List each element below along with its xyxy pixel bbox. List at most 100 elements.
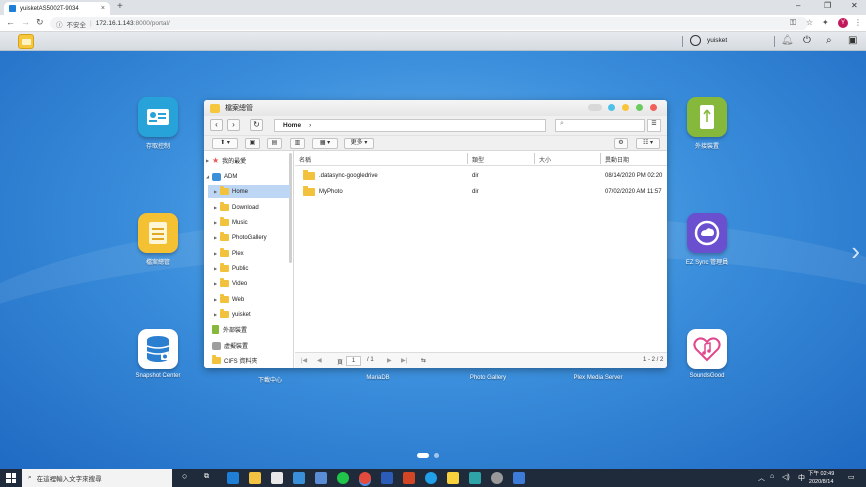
app-file-explorer[interactable]: 檔案總管 bbox=[118, 213, 198, 266]
app-snapshot-center[interactable]: Snapshot Center bbox=[118, 329, 198, 379]
back-button[interactable]: ‹ bbox=[210, 119, 223, 131]
column-divider[interactable] bbox=[467, 153, 468, 164]
page-dot[interactable] bbox=[434, 453, 439, 458]
page-number-input[interactable]: 1 bbox=[346, 356, 361, 366]
action-center-icon[interactable]: ▭ bbox=[848, 473, 855, 481]
window-maximize-button[interactable] bbox=[636, 104, 643, 111]
windows-start-icon[interactable] bbox=[6, 473, 16, 483]
line-icon[interactable] bbox=[337, 472, 349, 484]
path-segment-home[interactable]: Home bbox=[283, 122, 301, 129]
app-download-center[interactable]: 下載中心 bbox=[230, 375, 310, 384]
new-tab-button[interactable]: + bbox=[117, 1, 123, 12]
new-folder-button[interactable]: ▣ bbox=[245, 138, 260, 149]
tree-node-virtual-devices[interactable]: 虛擬裝置 bbox=[212, 339, 248, 352]
bookmark-star-icon[interactable]: ☆ bbox=[806, 18, 813, 27]
file-explorer-taskbar-icon[interactable] bbox=[249, 472, 261, 484]
path-bar[interactable]: Home › bbox=[274, 119, 546, 132]
user-menu[interactable]: yuisket bbox=[690, 35, 727, 46]
upload-button[interactable]: ⬆ ▾ bbox=[212, 138, 238, 149]
refresh-list-icon[interactable]: ⇆ bbox=[421, 357, 426, 364]
column-size-header[interactable]: 大小 bbox=[539, 155, 551, 164]
minimize-button[interactable]: – bbox=[796, 1, 800, 10]
refresh-button[interactable]: ↻ bbox=[250, 119, 263, 131]
network-icon[interactable]: ⌂ bbox=[770, 473, 774, 480]
word-icon[interactable] bbox=[381, 472, 393, 484]
store-icon[interactable] bbox=[271, 472, 283, 484]
tree-node-yuisket[interactable]: ▶ yuisket bbox=[214, 308, 251, 321]
settings-gear-icon[interactable]: ⚙ bbox=[614, 138, 628, 149]
tree-node-plex[interactable]: ▶ Plex bbox=[214, 247, 244, 260]
info-icon[interactable]: ⓘ bbox=[56, 19, 63, 29]
file-row[interactable]: MyPhoto dir 07/02/2020 AM 11:57 bbox=[295, 185, 667, 201]
close-window-button[interactable]: ✕ bbox=[851, 1, 858, 10]
app-access-control[interactable]: 存取控制 bbox=[118, 97, 198, 150]
tree-node-photogallery[interactable]: ▶ PhotoGallery bbox=[214, 231, 267, 244]
app-ez-sync-manager[interactable]: EZ Sync 管理員 bbox=[667, 213, 747, 266]
taskbar-clock[interactable]: 下午 02:49 2020/8/14 bbox=[808, 470, 834, 486]
volume-icon[interactable]: ◁) bbox=[782, 473, 790, 481]
task-view-icon[interactable]: ⧉ bbox=[204, 473, 209, 481]
copy-move-button[interactable]: ▤ bbox=[267, 138, 282, 149]
next-page-arrow-icon[interactable]: › bbox=[851, 236, 860, 267]
window-pin-button[interactable] bbox=[588, 104, 602, 111]
profile-avatar[interactable]: Y bbox=[838, 18, 848, 28]
tree-node-cifs[interactable]: CIFS 資料夾 bbox=[212, 354, 257, 367]
tray-chevron-icon[interactable]: ︿ bbox=[758, 473, 765, 483]
column-modified-header[interactable]: 異動日期 bbox=[605, 155, 629, 164]
tree-node-video[interactable]: ▶ Video bbox=[214, 277, 247, 290]
cortana-icon[interactable]: ○ bbox=[182, 471, 187, 481]
app-mariadb[interactable]: MariaDB bbox=[338, 375, 418, 381]
file-search-input[interactable]: ⌕ bbox=[555, 119, 645, 132]
tree-scrollbar[interactable] bbox=[289, 153, 292, 263]
tab-close-icon[interactable]: × bbox=[101, 5, 105, 12]
page-dot-active[interactable] bbox=[417, 453, 429, 458]
ime-indicator[interactable]: 中 bbox=[798, 473, 805, 483]
tree-node-music[interactable]: ▶ Music bbox=[214, 216, 248, 229]
tree-node-favorites[interactable]: ▶ ★ 我的最愛 bbox=[206, 154, 288, 167]
app-icon[interactable] bbox=[513, 472, 525, 484]
tree-node-adm[interactable]: ◢ ADM bbox=[206, 170, 288, 183]
chrome-icon[interactable] bbox=[359, 472, 371, 484]
key-icon[interactable]: ⚿ bbox=[790, 18, 796, 28]
extensions-icon[interactable]: ✦ bbox=[822, 18, 829, 27]
app-plex-media-server[interactable]: Plex Media Server bbox=[558, 375, 638, 381]
list-toggle-button[interactable]: ☰ bbox=[647, 119, 661, 132]
powerpoint-icon[interactable] bbox=[403, 472, 415, 484]
maximize-button[interactable]: ❐ bbox=[824, 1, 831, 10]
sticky-notes-icon[interactable] bbox=[447, 472, 459, 484]
prev-page-icon[interactable]: ◀ bbox=[317, 357, 322, 364]
app-icon[interactable] bbox=[469, 472, 481, 484]
skype-icon[interactable] bbox=[425, 472, 437, 484]
desktop-icon[interactable]: ▣ bbox=[848, 35, 857, 46]
tree-node-public[interactable]: ▶ Public bbox=[214, 262, 248, 275]
share-dropdown-button[interactable]: ▦ ▾ bbox=[312, 138, 338, 149]
last-page-icon[interactable]: ▶| bbox=[401, 357, 407, 364]
app-icon[interactable] bbox=[315, 472, 327, 484]
browser-menu-icon[interactable]: ⋮ bbox=[854, 18, 862, 27]
window-close-button[interactable] bbox=[650, 104, 657, 111]
power-icon[interactable]: ⏻ bbox=[803, 35, 811, 46]
column-type-header[interactable]: 類型 bbox=[472, 155, 484, 164]
app-soundsgood[interactable]: SoundsGood bbox=[667, 329, 747, 379]
tree-node-external-devices[interactable]: 外部裝置 bbox=[212, 323, 247, 336]
delete-button[interactable]: ▥ bbox=[290, 138, 305, 149]
window-titlebar[interactable]: 檔案總管 bbox=[204, 100, 667, 116]
app-photo-gallery[interactable]: Photo Gallery bbox=[448, 375, 528, 381]
column-divider[interactable] bbox=[600, 153, 601, 164]
search-icon[interactable]: ⌕ bbox=[826, 35, 832, 46]
forward-arrow-icon[interactable]: → bbox=[21, 17, 30, 27]
next-page-icon[interactable]: ▶ bbox=[387, 357, 392, 364]
more-dropdown-button[interactable]: 更多 ▾ bbox=[344, 138, 374, 149]
tree-node-web[interactable]: ▶ Web bbox=[214, 293, 244, 306]
help-button[interactable] bbox=[608, 104, 615, 111]
column-divider[interactable] bbox=[534, 153, 535, 164]
mail-icon[interactable] bbox=[293, 472, 305, 484]
browser-tab[interactable]: yuisketAS5002T-9034 × bbox=[4, 2, 110, 15]
back-arrow-icon[interactable]: ← bbox=[6, 17, 15, 27]
edge-icon[interactable] bbox=[227, 472, 239, 484]
adm-home-icon[interactable] bbox=[18, 34, 34, 49]
taskbar-search-input[interactable]: ⌕ 在這裡輸入文字來搜尋 bbox=[22, 469, 172, 487]
window-minimize-button[interactable] bbox=[622, 104, 629, 111]
address-input[interactable]: ⓘ 不安全 | 172.16.1.143:8000/portal/ bbox=[50, 17, 808, 30]
tree-node-download[interactable]: ▶ Download bbox=[214, 201, 259, 214]
